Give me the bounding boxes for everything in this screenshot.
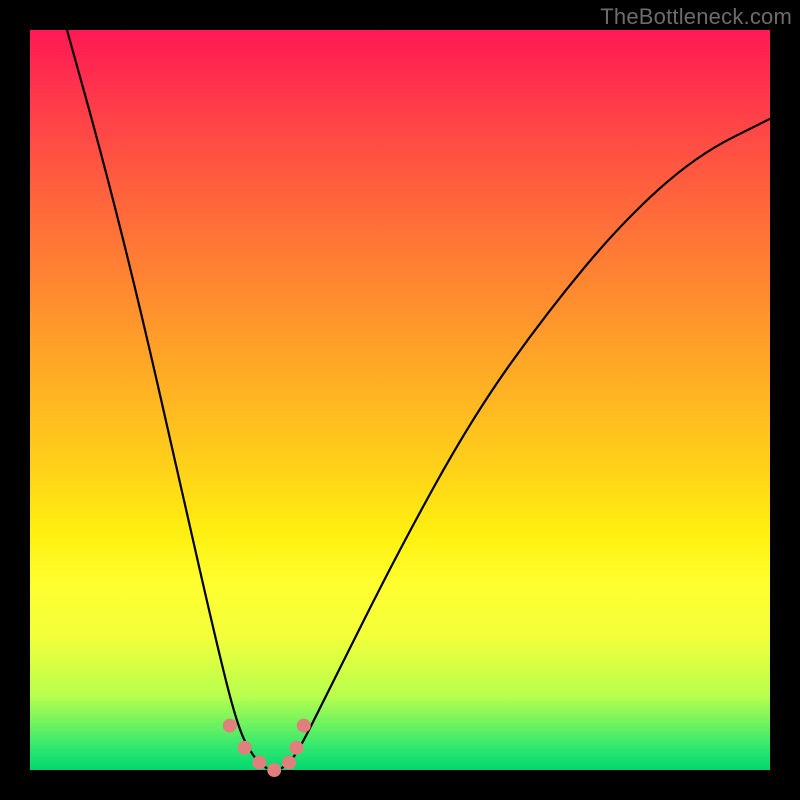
minimum-marker — [238, 741, 252, 755]
plot-area — [30, 30, 770, 770]
minimum-marker — [267, 763, 281, 777]
minimum-marker — [223, 719, 237, 733]
minimum-marker — [297, 719, 311, 733]
chart-frame: TheBottleneck.com — [0, 0, 800, 800]
curve-svg — [30, 30, 770, 770]
minimum-marker — [289, 741, 303, 755]
minimum-marker — [282, 756, 296, 770]
bottleneck-curve — [67, 30, 770, 770]
minimum-marker — [252, 756, 266, 770]
watermark-text: TheBottleneck.com — [600, 4, 792, 30]
